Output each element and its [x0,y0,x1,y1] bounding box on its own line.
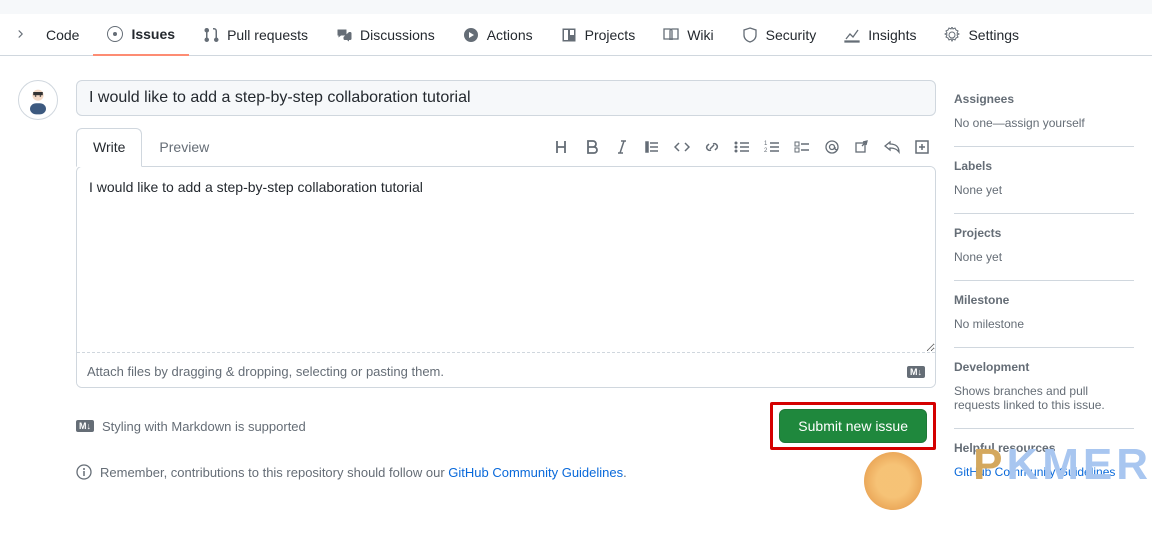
main-content: Write Preview 12 Attac [0,56,1152,480]
footer-row: M↓ Styling with Markdown is supported Su… [76,402,936,450]
avatar[interactable] [18,80,58,120]
sidebar-milestone[interactable]: Milestone No milestone [954,281,1134,348]
editor-tabs: Write Preview [76,128,226,166]
markdown-note: M↓ Styling with Markdown is supported [76,419,306,434]
heading-icon[interactable] [554,139,570,155]
nav-actions[interactable]: Actions [449,15,547,55]
info-icon [76,464,92,480]
projects-title: Projects [954,226,1134,240]
milestone-content: No milestone [954,317,1134,331]
actions-icon [463,27,479,43]
svg-text:2: 2 [764,148,768,154]
nav-discussions-label: Discussions [360,27,435,43]
nav-settings-label: Settings [968,27,1019,43]
link-icon[interactable] [704,139,720,155]
comment-box: Attach files by dragging & dropping, sel… [76,166,936,388]
shield-icon [742,27,758,43]
sidebar-assignees[interactable]: Assignees No one—assign yourself [954,80,1134,147]
italic-icon[interactable] [614,139,630,155]
markdown-toolbar: 12 [554,139,936,155]
reply-icon[interactable] [884,139,900,155]
labels-title: Labels [954,159,1134,173]
discussions-icon [336,27,352,43]
sidebar: Assignees No one—assign yourself Labels … [954,80,1134,480]
sidebar-projects[interactable]: Projects None yet [954,214,1134,281]
assign-yourself-link[interactable]: assign yourself [1005,116,1085,130]
nav-wiki-label: Wiki [687,27,713,43]
submit-new-issue-button[interactable]: Submit new issue [779,409,927,443]
submit-highlight: Submit new issue [770,402,936,450]
helpful-link[interactable]: GitHub Community Guidelines [954,465,1115,479]
issue-form: Write Preview 12 Attac [76,80,936,480]
wiki-icon [663,27,679,43]
markdown-badge-icon: M↓ [76,420,94,432]
issues-icon [107,26,123,42]
nav-settings[interactable]: Settings [930,15,1033,55]
nav-insights[interactable]: Insights [830,15,930,55]
projects-content: None yet [954,250,1134,264]
nav-discussions[interactable]: Discussions [322,15,449,55]
markdown-badge-icon: M↓ [907,366,925,378]
nav-pulls-label: Pull requests [227,27,308,43]
sidebar-helpful: Helpful resources GitHub Community Guide… [954,429,1134,479]
nav-security-label: Security [766,27,817,43]
contrib-suffix: . [623,465,627,480]
development-title: Development [954,360,1134,374]
body-textarea[interactable] [77,167,935,353]
community-guidelines-link[interactable]: GitHub Community Guidelines [448,465,623,480]
graph-icon [844,27,860,43]
nav-wiki[interactable]: Wiki [649,15,727,55]
attach-bar[interactable]: Attach files by dragging & dropping, sel… [77,356,935,387]
title-input[interactable] [76,80,936,116]
attach-hint: Attach files by dragging & dropping, sel… [87,364,444,379]
nav-issues[interactable]: Issues [93,14,189,56]
diff-icon[interactable] [914,139,930,155]
sidebar-labels[interactable]: Labels None yet [954,147,1134,214]
assignees-title: Assignees [954,92,1134,106]
nav-code-label: Code [46,27,79,43]
assignees-content: No one—assign yourself [954,116,1134,130]
nav-actions-label: Actions [487,27,533,43]
tab-write[interactable]: Write [76,128,142,167]
milestone-title: Milestone [954,293,1134,307]
chevron-right-icon [8,15,32,55]
projects-icon [561,27,577,43]
nav-issues-label: Issues [131,26,175,42]
list-ordered-icon[interactable]: 12 [764,139,780,155]
nav-security[interactable]: Security [728,15,831,55]
nav-projects-label: Projects [585,27,636,43]
labels-content: None yet [954,183,1134,197]
nav-insights-label: Insights [868,27,916,43]
markdown-note-text: Styling with Markdown is supported [102,419,306,434]
contrib-prefix: Remember, contributions to this reposito… [100,465,448,480]
cross-reference-icon[interactable] [854,139,870,155]
header-bar [0,0,1152,14]
list-unordered-icon[interactable] [734,139,750,155]
editor-tabs-row: Write Preview 12 [76,128,936,166]
nav-projects[interactable]: Projects [547,15,650,55]
pull-request-icon [203,27,219,43]
mention-icon[interactable] [824,139,840,155]
sidebar-development: Development Shows branches and pull requ… [954,348,1134,429]
helpful-title: Helpful resources [954,441,1134,455]
quote-icon[interactable] [644,139,660,155]
tab-preview[interactable]: Preview [142,128,226,166]
bold-icon[interactable] [584,139,600,155]
code-icon[interactable] [674,139,690,155]
contribution-note: Remember, contributions to this reposito… [76,464,936,480]
svg-text:1: 1 [764,141,768,147]
gear-icon [944,27,960,43]
nav-pulls[interactable]: Pull requests [189,15,322,55]
nav-code[interactable]: Code [32,15,93,55]
repo-nav: Code Issues Pull requests Discussions Ac… [0,14,1152,56]
tasklist-icon[interactable] [794,139,810,155]
development-content: Shows branches and pull requests linked … [954,384,1134,412]
